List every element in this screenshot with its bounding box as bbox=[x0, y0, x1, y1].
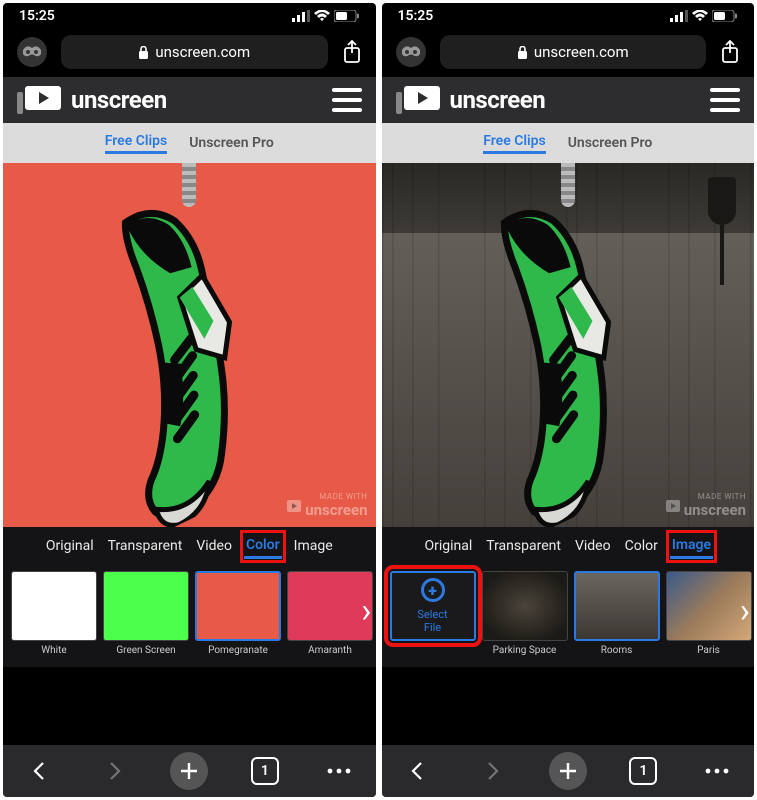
logo[interactable]: unscreen bbox=[396, 86, 546, 114]
chevron-right-icon[interactable]: › bbox=[740, 591, 750, 631]
private-mode-icon[interactable] bbox=[396, 37, 426, 67]
nav-tabs: Free Clips Unscreen Pro bbox=[3, 123, 376, 163]
swatch-label: Amaranth bbox=[308, 645, 352, 656]
select-file-label: Select File bbox=[417, 608, 447, 634]
watermark: MADE WITHunscreen bbox=[287, 492, 367, 519]
menu-button[interactable] bbox=[322, 754, 356, 788]
status-indicators bbox=[292, 10, 360, 22]
swatch-amaranth[interactable] bbox=[287, 571, 373, 641]
mode-image[interactable]: Image bbox=[292, 535, 335, 557]
thumb-label: Rooms bbox=[601, 645, 633, 656]
mode-transparent[interactable]: Transparent bbox=[484, 535, 563, 557]
wifi-icon bbox=[314, 10, 330, 22]
url-bar[interactable]: unscreen.com bbox=[61, 35, 328, 69]
tab-unscreen-pro[interactable]: Unscreen Pro bbox=[568, 135, 653, 151]
status-bar: 15:25 bbox=[382, 3, 755, 29]
battery-icon bbox=[334, 10, 360, 22]
forward-button bbox=[97, 754, 131, 788]
browser-chrome: unscreen.com bbox=[382, 29, 755, 77]
tab-free-clips[interactable]: Free Clips bbox=[105, 133, 167, 154]
tabs-button[interactable]: 1 bbox=[626, 754, 660, 788]
cellular-icon bbox=[670, 10, 688, 22]
browser-toolbar: 1 bbox=[3, 745, 376, 797]
swatch-label: Pomegranate bbox=[208, 645, 268, 656]
lock-icon bbox=[138, 46, 149, 59]
swatch-green-screen[interactable] bbox=[103, 571, 189, 641]
select-file-button[interactable]: + Select File bbox=[390, 571, 476, 641]
mode-original[interactable]: Original bbox=[44, 535, 96, 557]
mode-video[interactable]: Video bbox=[573, 535, 613, 557]
watermark: MADE WITHunscreen bbox=[666, 492, 746, 519]
logo-icon bbox=[396, 86, 440, 114]
back-button[interactable] bbox=[401, 754, 435, 788]
mode-color[interactable]: Color bbox=[623, 535, 660, 557]
new-tab-button[interactable] bbox=[170, 752, 208, 790]
preview-area: MADE WITHunscreen bbox=[3, 163, 376, 527]
swatch-label: Green Screen bbox=[116, 645, 175, 656]
mode-image[interactable]: Image bbox=[670, 534, 713, 559]
tab-free-clips[interactable]: Free Clips bbox=[483, 133, 545, 154]
status-indicators bbox=[670, 10, 738, 22]
image-thumb-row: + Select File Parking Space Rooms Paris … bbox=[382, 565, 755, 667]
preview-area: MADE WITHunscreen bbox=[382, 163, 755, 527]
logo-text: unscreen bbox=[71, 86, 167, 114]
background-mode-tabs: Original Transparent Video Color Image bbox=[382, 527, 755, 565]
share-icon[interactable] bbox=[342, 40, 362, 64]
wifi-icon bbox=[692, 10, 708, 22]
logo-text: unscreen bbox=[450, 86, 546, 114]
thumb-rooms[interactable] bbox=[574, 571, 660, 641]
status-bar: 15:25 bbox=[3, 3, 376, 29]
swatch-label: White bbox=[41, 645, 66, 656]
share-icon[interactable] bbox=[720, 40, 740, 64]
logo-icon bbox=[17, 86, 61, 114]
battery-icon bbox=[712, 10, 738, 22]
phone-right: 15:25 unscreen.com unscreen Free Clips U… bbox=[382, 3, 755, 797]
hamburger-icon[interactable] bbox=[710, 88, 740, 112]
url-bar[interactable]: unscreen.com bbox=[440, 35, 707, 69]
background-mode-tabs: Original Transparent Video Color Image bbox=[3, 527, 376, 565]
nav-tabs: Free Clips Unscreen Pro bbox=[382, 123, 755, 163]
forward-button bbox=[475, 754, 509, 788]
mode-transparent[interactable]: Transparent bbox=[106, 535, 185, 557]
new-tab-button[interactable] bbox=[549, 752, 587, 790]
thumb-label: Parking Space bbox=[493, 645, 557, 656]
logo[interactable]: unscreen bbox=[17, 86, 167, 114]
private-mode-icon[interactable] bbox=[17, 37, 47, 67]
url-text: unscreen.com bbox=[534, 43, 629, 61]
mode-original[interactable]: Original bbox=[422, 535, 474, 557]
plus-circle-icon: + bbox=[421, 578, 445, 602]
swatch-pomegranate[interactable] bbox=[195, 571, 281, 641]
hamburger-icon[interactable] bbox=[332, 88, 362, 112]
tab-unscreen-pro[interactable]: Unscreen Pro bbox=[189, 135, 274, 151]
url-text: unscreen.com bbox=[155, 43, 250, 61]
lock-icon bbox=[517, 46, 528, 59]
status-time: 15:25 bbox=[19, 8, 55, 24]
app-header: unscreen bbox=[382, 77, 755, 123]
cellular-icon bbox=[292, 10, 310, 22]
shoe-graphic bbox=[25, 170, 354, 527]
browser-chrome: unscreen.com bbox=[3, 29, 376, 77]
swatch-white[interactable] bbox=[11, 571, 97, 641]
thumb-label: Paris bbox=[697, 645, 720, 656]
menu-button[interactable] bbox=[700, 754, 734, 788]
mode-color[interactable]: Color bbox=[244, 534, 282, 559]
app-header: unscreen bbox=[3, 77, 376, 123]
tabs-button[interactable]: 1 bbox=[248, 754, 282, 788]
back-button[interactable] bbox=[23, 754, 57, 788]
thumb-parking-space[interactable] bbox=[482, 571, 568, 641]
status-time: 15:25 bbox=[398, 8, 434, 24]
watermark-icon bbox=[287, 500, 301, 512]
color-swatch-row: White Green Screen Pomegranate Amaranth … bbox=[3, 565, 376, 667]
watermark-icon bbox=[666, 500, 680, 512]
thumb-paris[interactable] bbox=[666, 571, 752, 641]
mode-video[interactable]: Video bbox=[194, 535, 234, 557]
chevron-right-icon[interactable]: › bbox=[361, 591, 371, 631]
phone-left: 15:25 unscreen.com unscreen Free Clips U… bbox=[3, 3, 376, 797]
browser-toolbar: 1 bbox=[382, 745, 755, 797]
